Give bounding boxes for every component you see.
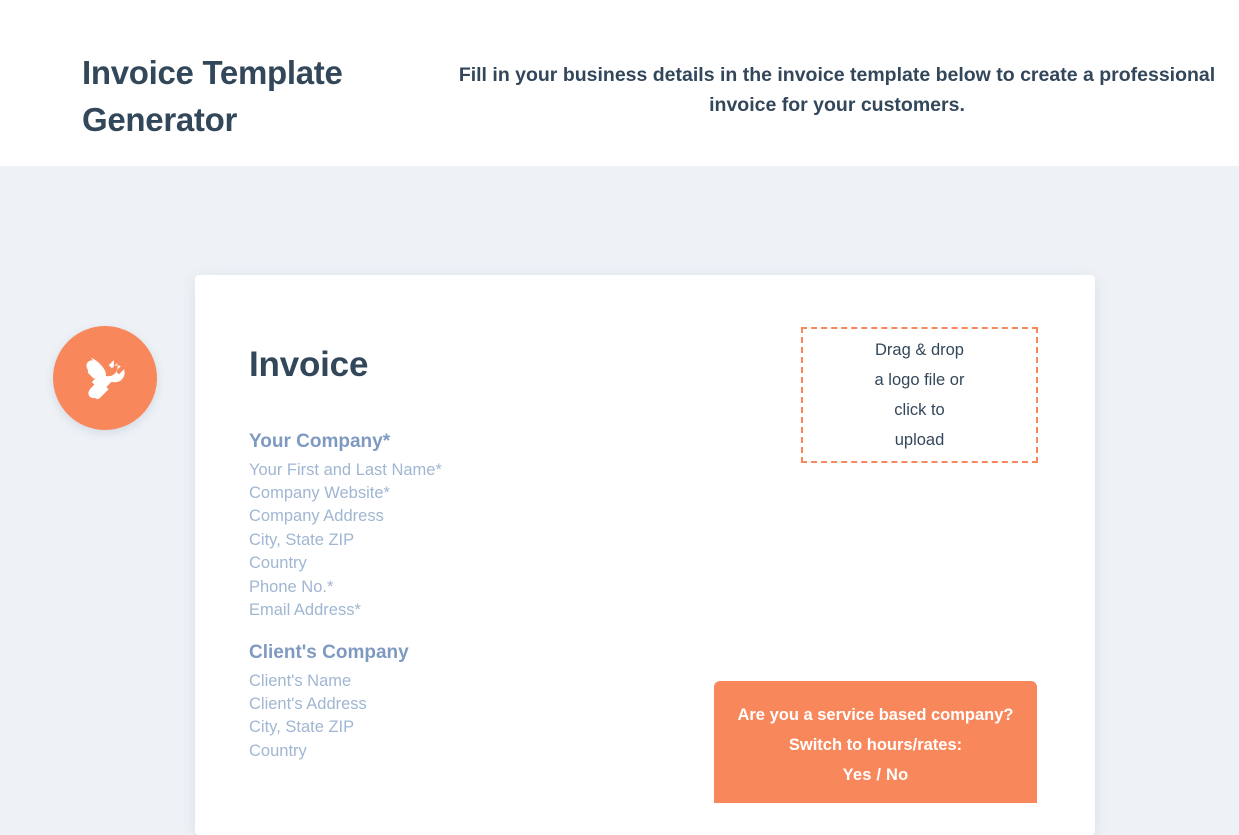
field-client-address[interactable]: Client's Address	[249, 693, 409, 716]
field-city-state-zip[interactable]: City, State ZIP	[249, 529, 442, 552]
field-country[interactable]: Country	[249, 552, 442, 575]
your-company-group: Your Company* Your First and Last Name* …	[249, 429, 442, 622]
field-client-city-state-zip[interactable]: City, State ZIP	[249, 716, 409, 739]
page-subtitle: Fill in your business details in the inv…	[458, 63, 1216, 116]
page-title: Invoice Template Generator	[82, 54, 343, 138]
your-company-title: Your Company*	[249, 431, 391, 452]
logo-dropzone[interactable]: Drag & drop a logo file or click to uplo…	[801, 327, 1038, 463]
service-banner-question: Are you a service based company?	[737, 706, 1014, 724]
service-company-banner: Are you a service based company? Switch …	[714, 681, 1037, 803]
field-company-address[interactable]: Company Address	[249, 505, 442, 528]
field-client-country[interactable]: Country	[249, 740, 409, 763]
field-client-name[interactable]: Client's Name	[249, 670, 409, 693]
dropzone-line-2: a logo file or	[874, 371, 965, 389]
invoice-heading: Invoice	[249, 345, 369, 384]
dropzone-line-1: Drag & drop	[875, 341, 964, 359]
field-company-website[interactable]: Company Website*	[249, 482, 442, 505]
dropzone-line-4: upload	[894, 431, 945, 449]
page-header: Invoice Template Generator Fill in your …	[0, 0, 1239, 166]
field-email-address[interactable]: Email Address*	[249, 599, 442, 622]
invoice-card: Invoice Your Company* Your First and Las…	[195, 275, 1095, 835]
field-your-name[interactable]: Your First and Last Name*	[249, 459, 442, 482]
service-banner-instruction: Switch to hours/rates:	[788, 736, 963, 754]
service-banner-toggle-yes-no[interactable]: Yes / No	[714, 760, 1037, 790]
client-company-group: Client's Company Client's Name Client's …	[249, 640, 409, 763]
dropzone-line-3: click to	[894, 401, 945, 419]
client-company-title: Client's Company	[249, 642, 409, 663]
field-phone-number[interactable]: Phone No.*	[249, 576, 442, 599]
tool-badge	[53, 326, 157, 430]
paintbrush-wrench-icon	[77, 350, 133, 406]
